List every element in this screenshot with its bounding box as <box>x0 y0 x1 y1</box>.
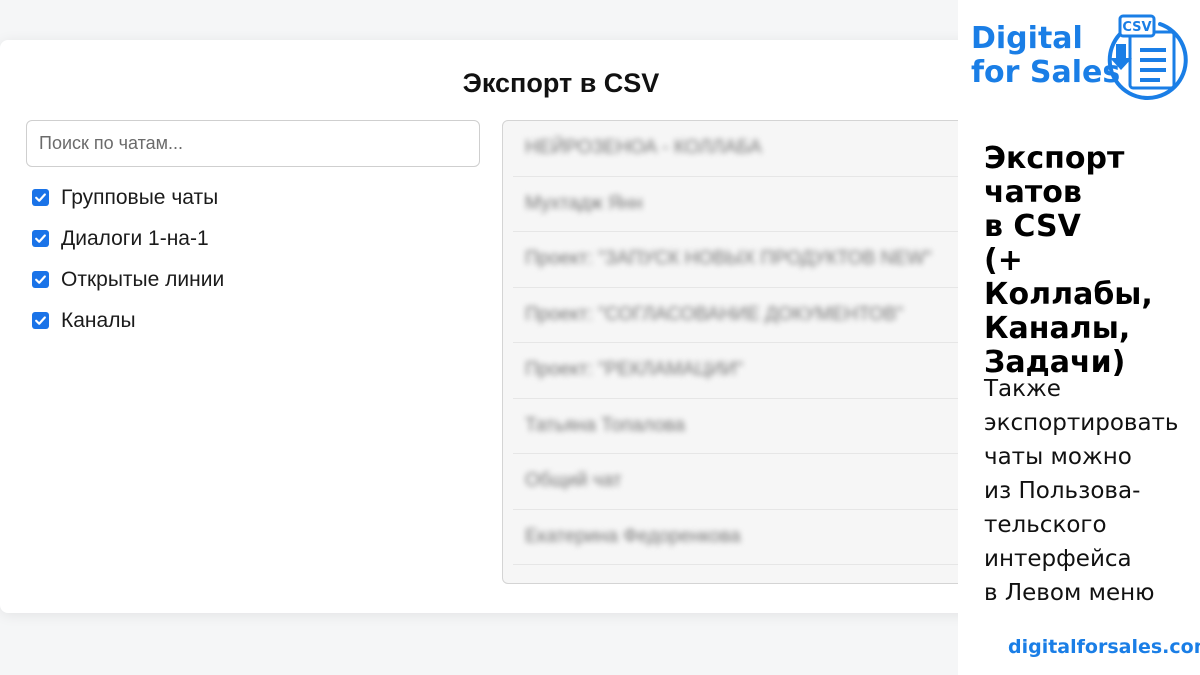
list-item[interactable]: Татьяна Топалова <box>513 399 961 454</box>
csv-file-logo-icon: CSV <box>1107 14 1188 100</box>
dialog-title: Экспорт в CSV <box>462 68 660 98</box>
filter-label: Открытые линии <box>61 267 225 291</box>
chat-search-input[interactable] <box>26 120 480 167</box>
website-url: digitalforsales.com <box>1008 636 1200 658</box>
chat-name: Проект: "РЕКЛАМАЦИИ" <box>525 359 744 381</box>
promo-desc-line: из Пользова- <box>984 478 1141 504</box>
filter-label: Групповые чаты <box>61 185 219 209</box>
checkbox-group-chats[interactable] <box>32 189 49 206</box>
promo-desc-line: экспортировать <box>984 410 1179 436</box>
filter-label: Диалоги 1-на-1 <box>61 226 209 250</box>
checkbox-open-lines[interactable] <box>32 271 49 288</box>
brand-line: for Sales <box>971 55 1121 90</box>
check-icon <box>35 234 46 243</box>
screen: Экспорт в CSV Групповые чаты Диалоги 1-н… <box>0 0 1200 675</box>
list-item[interactable]: Проект: "РЕКЛАМАЦИИ" <box>513 343 961 399</box>
check-icon <box>35 193 46 202</box>
filter-label: Каналы <box>61 308 136 332</box>
promo-title-line: Каналы, <box>984 311 1131 346</box>
filter-channels[interactable]: Каналы <box>32 300 224 341</box>
promo-description: Также экспортировать чаты можно из Польз… <box>984 372 1198 610</box>
chat-name: Проект: "СОГЛАСОВАНИЕ ДОКУМЕНТОВ" <box>525 303 904 325</box>
promo-desc-line: в Левом меню <box>984 580 1155 606</box>
list-item[interactable]: Проект: "ЗАПУСК НОВЫХ ПРОДУКТОВ NEW" <box>513 232 961 288</box>
list-item[interactable]: НЕЙРОЗЕНОА - КОЛЛАБА <box>513 121 961 177</box>
check-icon <box>35 275 46 284</box>
promo-panel: Digital for Sales CSV Экспорт чатов в CS… <box>958 0 1200 675</box>
logo-badge-text: CSV <box>1122 20 1151 35</box>
export-dialog: Экспорт в CSV Групповые чаты Диалоги 1-н… <box>0 40 1000 613</box>
filter-group-chats[interactable]: Групповые чаты <box>32 177 224 218</box>
promo-title-line: в CSV <box>984 209 1081 244</box>
chat-list[interactable]: НЕЙРОЗЕНОА - КОЛЛАБА Мухтадж Янн Проект:… <box>502 120 972 584</box>
chat-name: Общий чат <box>525 470 622 492</box>
brand-line: Digital <box>971 21 1083 56</box>
promo-desc-line: интерфейса <box>984 546 1132 572</box>
promo-desc-line: чаты можно <box>984 444 1132 470</box>
brand-name: Digital for Sales <box>971 22 1120 90</box>
list-item[interactable]: Екатерина Федоренкова <box>513 510 961 565</box>
check-icon <box>35 316 46 325</box>
list-item[interactable]: Проект: "СОГЛАСОВАНИЕ ДОКУМЕНТОВ" <box>513 288 961 343</box>
promo-title-line: Экспорт <box>984 141 1125 176</box>
promo-desc-line: Также <box>984 376 1061 402</box>
chat-name: Татьяна Топалова <box>525 414 685 436</box>
filter-direct-dialogs[interactable]: Диалоги 1-на-1 <box>32 218 224 259</box>
promo-title: Экспорт чатов в CSV (+ Коллабы, Каналы, … <box>984 142 1196 380</box>
checkbox-channels[interactable] <box>32 312 49 329</box>
chat-name: НЕЙРОЗЕНОА - КОЛЛАБА <box>525 137 762 159</box>
chat-name: Мухтадж Янн <box>525 192 643 214</box>
list-item[interactable]: Мухтадж Янн <box>513 177 961 232</box>
promo-desc-line: тельского <box>984 512 1107 538</box>
chat-name: Екатерина Федоренкова <box>525 525 741 547</box>
promo-title-line: чатов <box>984 175 1082 210</box>
promo-title-line: (+ Коллабы, <box>984 243 1153 312</box>
chat-name: Проект: "ЗАПУСК НОВЫХ ПРОДУКТОВ NEW" <box>525 248 932 270</box>
list-item[interactable]: Общий чат <box>513 454 961 510</box>
chat-type-filters: Групповые чаты Диалоги 1-на-1 Открытые л… <box>32 177 224 341</box>
filter-open-lines[interactable]: Открытые линии <box>32 259 224 300</box>
checkbox-direct-dialogs[interactable] <box>32 230 49 247</box>
